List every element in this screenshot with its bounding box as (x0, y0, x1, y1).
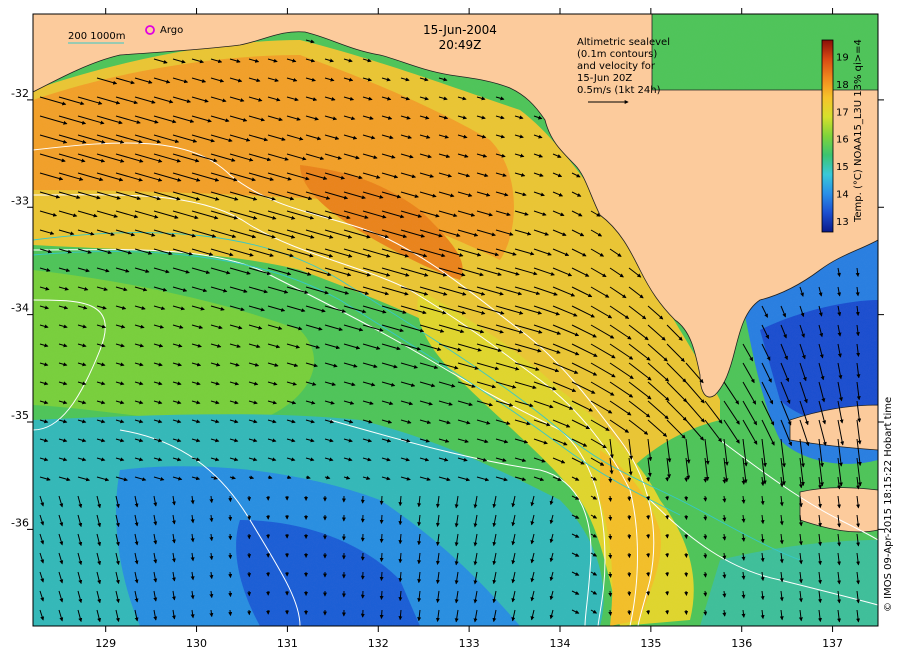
annotation-line-2: (0.1m contours) (577, 49, 657, 60)
lat-tick-label: -32 (11, 87, 29, 100)
velocity-arrow (608, 571, 613, 578)
lon-tick-label: 132 (368, 637, 389, 650)
velocity-arrow (627, 514, 632, 521)
lon-tick-label: 133 (459, 637, 480, 650)
isobath-legend: 200 1000m (68, 31, 125, 44)
credit-text: © IMOS 09-Apr-2015 18:15:22 Hobart time (883, 397, 894, 612)
velocity-arrow (627, 476, 632, 483)
velocity-arrow (684, 495, 689, 502)
lon-tick-label: 136 (731, 637, 752, 650)
velocity-arrow (379, 514, 384, 524)
annotation-line-3: and velocity for (577, 61, 656, 72)
colorbar-tick-label: 18 (836, 80, 849, 91)
velocity-arrow (228, 590, 233, 598)
lat-tick-label: -33 (11, 194, 29, 207)
velocity-arrow (627, 609, 632, 616)
velocity-arrow (684, 609, 689, 616)
velocity-arrow (228, 514, 233, 522)
colorbar-tick-label: 19 (836, 52, 849, 63)
velocity-arrow (703, 533, 708, 540)
colorbar-tick-label: 17 (836, 107, 849, 118)
colorbar-label: Temp. (°C) NOAA15_L3U 13% qi>=4 (853, 39, 864, 223)
annotation-line-5: 0.5m/s (1kt 24h) (577, 85, 661, 96)
velocity-arrow (379, 495, 384, 505)
velocity-arrow (703, 476, 708, 483)
velocity-arrow (228, 571, 233, 579)
velocity-arrow (379, 571, 384, 581)
lon-tick-label: 129 (95, 637, 116, 650)
colorbar-tick-label: 15 (836, 162, 849, 173)
velocity-arrow (703, 571, 708, 578)
velocity-arrow (627, 590, 632, 597)
velocity-arrow (627, 571, 632, 578)
map-date: 15-Jun-2004 (423, 23, 497, 37)
annotation-line-1: Altimetric sealevel (577, 37, 670, 48)
velocity-arrow (703, 495, 708, 502)
map-time: 20:49Z (439, 38, 482, 52)
isobath-legend-label: 200 1000m (68, 31, 125, 42)
velocity-arrow (684, 476, 689, 483)
velocity-arrow (228, 533, 233, 541)
velocity-arrow (627, 533, 632, 540)
colorbar-bar (821, 39, 834, 233)
velocity-arrow (608, 533, 613, 540)
velocity-arrow (379, 552, 384, 562)
velocity-arrow (684, 533, 689, 540)
velocity-arrow (703, 552, 708, 559)
velocity-arrow (608, 495, 613, 502)
velocity-arrow (684, 571, 689, 578)
velocity-arrow (627, 552, 632, 559)
colorbar-tick-label: 16 (836, 135, 849, 146)
colorbar-tick-label: 13 (836, 217, 849, 228)
lat-tick-label: -36 (11, 516, 29, 529)
argo-legend-label: Argo (160, 25, 183, 36)
velocity-arrow (684, 552, 689, 559)
velocity-arrow (608, 476, 613, 483)
velocity-arrow (608, 609, 613, 616)
lon-tick-label: 131 (277, 637, 298, 650)
velocity-arrow (608, 552, 613, 559)
lon-tick-label: 134 (549, 637, 570, 650)
sst-map: 129 130 131 132 133 134 135 136 137 -32 -33 -34 -35… (11, 8, 894, 650)
velocity-arrow (703, 609, 708, 616)
velocity-arrow (608, 514, 613, 521)
velocity-arrow (379, 590, 384, 600)
velocity-arrow (228, 495, 233, 503)
velocity-arrow (684, 590, 689, 597)
lat-tick-label: -34 (11, 302, 29, 315)
annotation-line-4: 15-Jun 20Z (577, 73, 632, 84)
lon-tick-label: 135 (640, 637, 661, 650)
velocity-arrow (379, 533, 384, 543)
lon-tick-label: 137 (822, 637, 843, 650)
velocity-arrow (703, 590, 708, 597)
lat-tick-label: -35 (11, 409, 29, 422)
velocity-arrow (228, 609, 233, 617)
velocity-arrow (379, 609, 384, 619)
velocity-arrow (684, 514, 689, 521)
velocity-arrow (608, 590, 613, 597)
velocity-arrow (703, 514, 708, 521)
velocity-arrow (228, 552, 233, 560)
velocity-arrow (627, 495, 632, 502)
lon-tick-label: 130 (186, 637, 207, 650)
colorbar-tick-label: 14 (836, 190, 849, 201)
